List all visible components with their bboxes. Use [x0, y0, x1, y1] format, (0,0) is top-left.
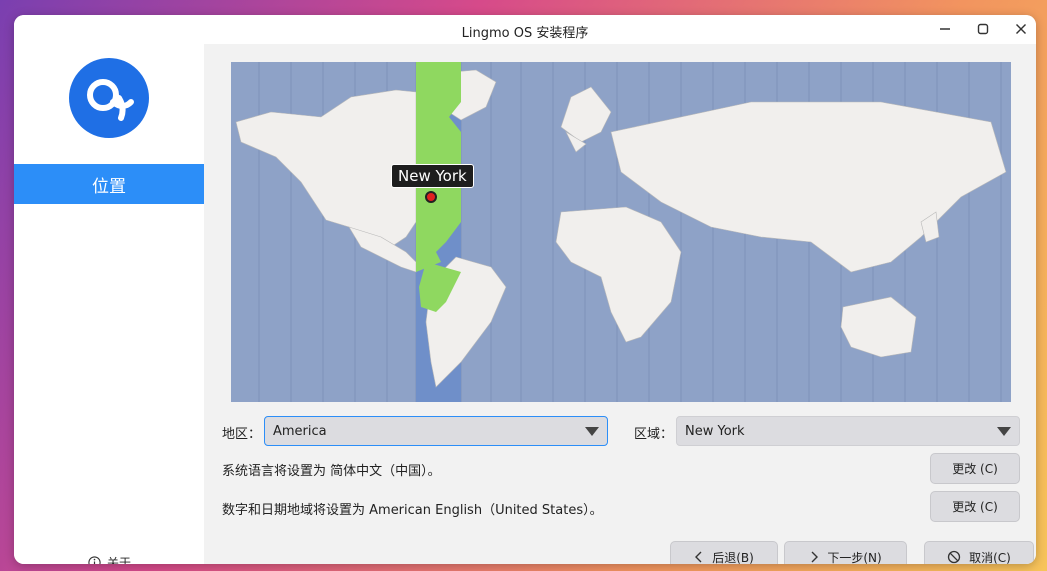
back-button[interactable]: 后退(B) — [670, 541, 778, 564]
change-format-label: 更改 (C) — [952, 500, 998, 514]
change-format-button[interactable]: 更改 (C) — [930, 491, 1020, 522]
system-language-text: 系统语言将设置为 简体中文（中国）。 — [222, 464, 441, 479]
format-locale-text: 数字和日期地域将设置为 American English（United Stat… — [222, 503, 603, 518]
timezone-map[interactable]: New York — [231, 62, 1011, 402]
region-label: 地区： — [222, 427, 262, 442]
window-title: Lingmo OS 安装程序 — [461, 26, 589, 41]
main-panel: New York 地区： America 区域： New York 系统语言将设… — [204, 44, 1036, 564]
zone-label: 区域： — [634, 427, 674, 442]
zone-select[interactable]: New York — [676, 416, 1020, 446]
world-map — [235, 62, 1007, 402]
chevron-left-icon — [695, 551, 702, 563]
region-value: America — [273, 423, 327, 439]
chevron-down-icon — [585, 427, 599, 436]
back-label: 后退(B) — [712, 550, 754, 565]
info-icon — [88, 556, 101, 564]
cancel-icon — [947, 550, 961, 564]
lingmo-logo-icon — [69, 58, 149, 138]
about-label: 关于 — [107, 556, 132, 564]
installer-window: Lingmo OS 安装程序 位置 关于 New York 地区： Americ… — [14, 15, 1036, 564]
minimize-icon — [940, 28, 950, 30]
change-language-button[interactable]: 更改 (C) — [930, 453, 1020, 484]
about-button[interactable]: 关于 — [88, 554, 131, 564]
zone-value: New York — [685, 423, 745, 439]
sidebar: 位置 关于 — [14, 44, 204, 564]
title-bar: Lingmo OS 安装程序 — [14, 15, 1036, 44]
maximize-button[interactable] — [970, 18, 996, 40]
minimize-button[interactable] — [932, 18, 958, 40]
close-button[interactable] — [1008, 18, 1034, 40]
next-button[interactable]: 下一步(N) — [784, 541, 907, 564]
chevron-down-icon — [997, 427, 1011, 436]
sidebar-item-label: 位置 — [92, 176, 126, 197]
close-icon — [1016, 24, 1026, 34]
city-marker-dot[interactable] — [425, 191, 437, 203]
sidebar-item-location[interactable]: 位置 — [14, 164, 204, 204]
cancel-label: 取消(C) — [969, 550, 1011, 565]
region-select[interactable]: America — [264, 416, 608, 446]
change-language-label: 更改 (C) — [952, 462, 998, 476]
chevron-right-icon — [811, 551, 819, 563]
city-marker-label: New York — [391, 164, 474, 188]
next-label: 下一步(N) — [827, 550, 882, 565]
maximize-icon — [977, 23, 989, 35]
cancel-button[interactable]: 取消(C) — [924, 541, 1034, 564]
